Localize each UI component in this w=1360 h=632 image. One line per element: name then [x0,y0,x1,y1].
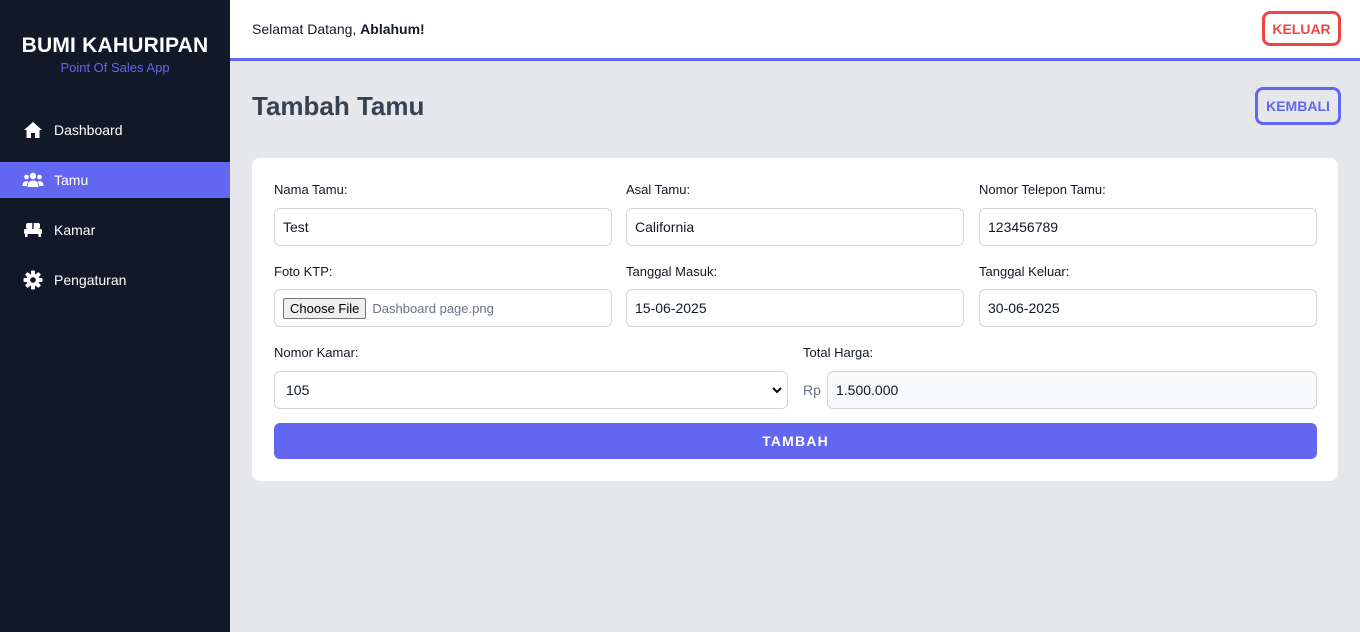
gear-icon [22,270,44,290]
currency-prefix: Rp [803,382,821,398]
sidebar-item-tamu[interactable]: Tamu [0,162,230,198]
topbar: Selamat Datang, Ablahum! KELUAR [230,0,1360,61]
telepon-label: Nomor Telepon Tamu: [979,182,1106,197]
sidebar-item-pengaturan[interactable]: Pengaturan [0,262,230,298]
sidebar: BUMI KAHURIPAN Point Of Sales App Dashbo… [0,0,230,632]
nomor-kamar-select[interactable]: 105 [274,371,788,409]
logout-button[interactable]: KELUAR [1262,11,1341,46]
page-title: Tambah Tamu [252,91,425,121]
telepon-input[interactable]: 123456789 [979,208,1317,246]
back-button[interactable]: KEMBALI [1255,87,1341,125]
sidebar-item-dashboard[interactable]: Dashboard [0,112,230,148]
username: Ablahum! [360,21,425,37]
brand-title: BUMI KAHURIPAN [21,34,209,57]
choose-file-button[interactable]: Choose File [283,297,367,319]
asal-tamu-value: California [635,219,695,235]
asal-tamu-label: Asal Tamu: [626,182,691,197]
total-harga-label: Total Harga: [803,345,874,360]
nama-tamu-input[interactable]: Test [274,208,612,246]
sidebar-nav: Dashboard Tamu Kamar Pengaturan [0,112,230,312]
submit-button[interactable]: TAMBAH [274,423,1317,459]
nama-tamu-label: Nama Tamu: [274,182,348,197]
welcome-text: Selamat Datang, Ablahum! [252,21,425,37]
nomor-kamar-label: Nomor Kamar: [274,345,359,360]
tanggal-keluar-value: 30-06-2025 [988,300,1060,316]
sidebar-item-label: Dashboard [54,122,123,138]
tanggal-masuk-value: 15-06-2025 [635,300,707,316]
home-icon [22,120,44,140]
sidebar-item-label: Tamu [54,172,89,188]
tanggal-keluar-input[interactable]: 30-06-2025 [979,289,1317,327]
foto-ktp-label: Foto KTP: [274,264,333,279]
bed-icon [22,220,44,240]
add-guest-form: Nama Tamu: Test Asal Tamu: California No… [252,158,1338,481]
brand-subtitle: Point Of Sales App [60,60,170,75]
tanggal-masuk-label: Tanggal Masuk: [626,264,718,279]
telepon-value: 123456789 [988,219,1059,235]
nama-tamu-value: Test [283,219,309,235]
nomor-kamar-value: 105 [286,382,310,398]
total-harga-input[interactable]: 1.500.000 [827,371,1317,409]
tanggal-masuk-input[interactable]: 15-06-2025 [626,289,964,327]
chevron-down-icon [771,383,783,400]
users-icon [22,170,44,190]
asal-tamu-input[interactable]: California [626,208,964,246]
sidebar-item-label: Kamar [54,222,96,238]
chosen-file-name: Dashboard page.png [372,300,494,316]
sidebar-item-kamar[interactable]: Kamar [0,212,230,248]
greeting: Selamat Datang, [252,21,361,37]
brand: BUMI KAHURIPAN Point Of Sales App [0,0,230,75]
foto-ktp-file-input[interactable]: Choose File Dashboard page.png [274,289,612,327]
sidebar-item-label: Pengaturan [54,272,127,288]
tanggal-keluar-label: Tanggal Keluar: [979,264,1070,279]
total-harga-value: 1.500.000 [836,382,899,398]
